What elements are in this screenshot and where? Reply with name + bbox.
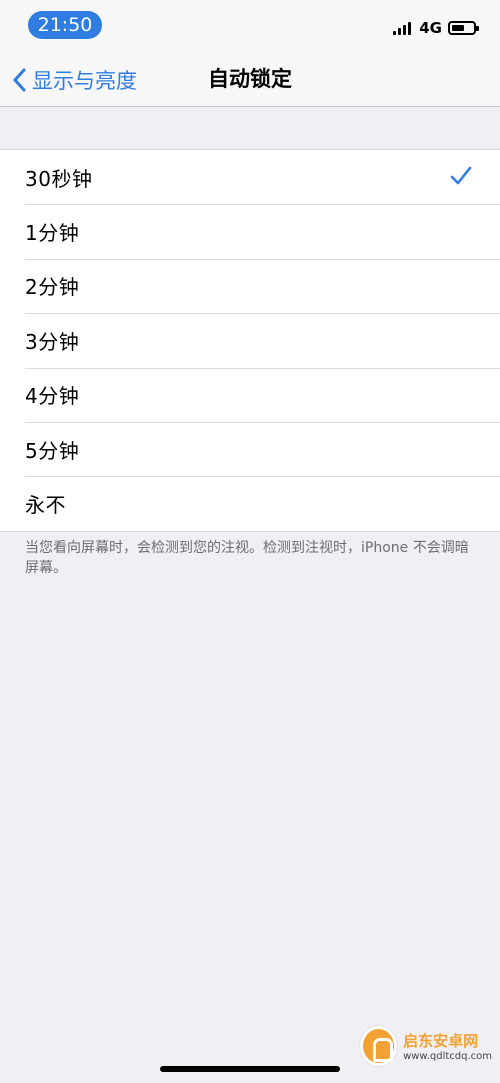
watermark-url: www.qdltcdq.com	[403, 1051, 492, 1062]
watermark-logo-icon	[360, 1026, 398, 1066]
option-label: 永不	[25, 493, 66, 518]
option-4-minutes[interactable]: 4分钟	[0, 367, 500, 422]
option-5-minutes[interactable]: 5分钟	[0, 421, 500, 476]
site-watermark: 启东安卓网 www.qdltcdq.com	[360, 1015, 492, 1077]
watermark-title: 启东安卓网	[403, 1032, 479, 1050]
option-label: 30秒钟	[25, 166, 93, 191]
back-label: 显示与亮度	[32, 68, 137, 93]
battery-icon	[448, 21, 479, 35]
navigation-bar: 显示与亮度 自动锁定	[0, 52, 500, 107]
home-indicator[interactable]	[160, 1066, 340, 1072]
option-never[interactable]: 永不	[0, 476, 500, 530]
option-3-minutes[interactable]: 3分钟	[0, 313, 500, 367]
checkmark-icon	[450, 166, 472, 185]
status-indicators: 4G	[393, 18, 479, 38]
status-time: 21:50	[28, 11, 102, 39]
attention-footer-note: 当您看向屏幕时，会检测到您的注视。检测到注视时，iPhone 不会调暗屏幕。	[25, 540, 469, 576]
option-2-minutes[interactable]: 2分钟	[0, 258, 500, 313]
option-label: 5分钟	[25, 438, 80, 463]
network-type: 4G	[419, 19, 442, 37]
chevron-left-icon	[13, 68, 26, 91]
screen: 21:50 4G 显示与亮度 自动锁定 30秒钟 1分钟 2分钟 3分钟 4分钟…	[0, 0, 500, 1083]
back-button[interactable]: 显示与亮度	[12, 52, 137, 107]
option-label: 4分钟	[25, 384, 80, 409]
option-1-minute[interactable]: 1分钟	[0, 204, 500, 258]
option-label: 3分钟	[25, 329, 80, 354]
auto-lock-options: 30秒钟 1分钟 2分钟 3分钟 4分钟 5分钟 永不	[0, 149, 500, 532]
option-30-seconds[interactable]: 30秒钟	[0, 150, 500, 204]
status-bar: 21:50 4G	[0, 0, 500, 52]
option-label: 1分钟	[25, 221, 80, 246]
signal-icon	[393, 21, 413, 35]
option-label: 2分钟	[25, 275, 80, 300]
